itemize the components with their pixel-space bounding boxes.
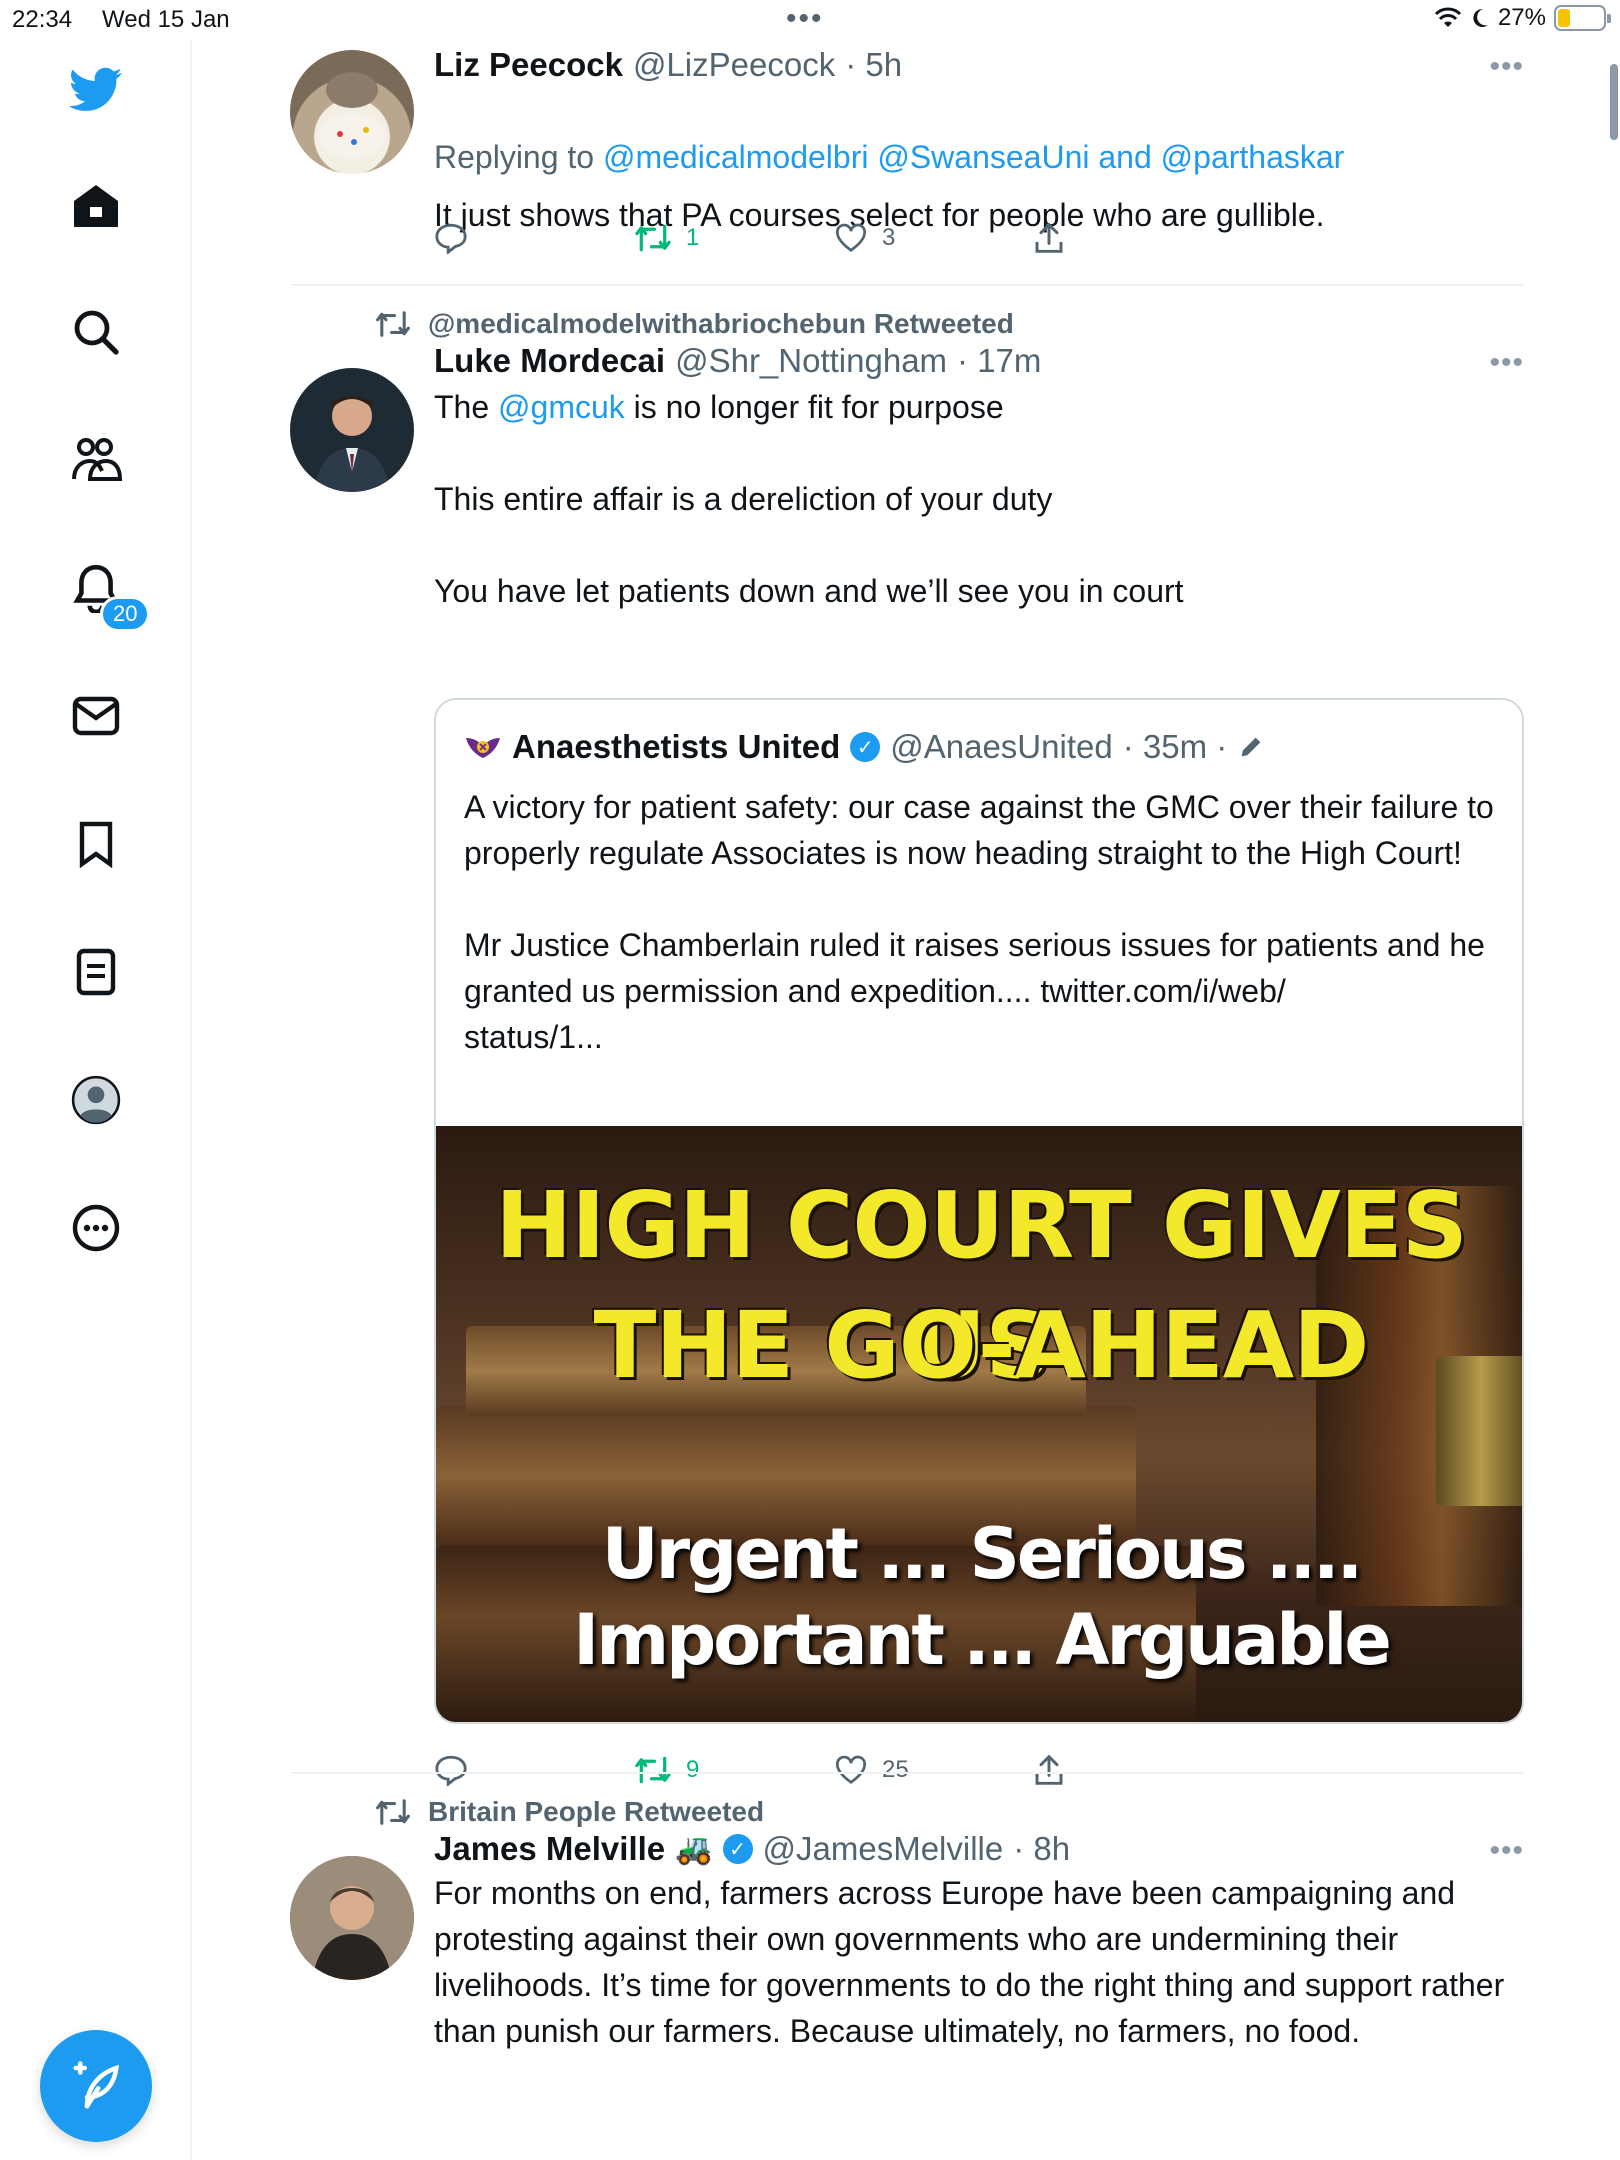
sidebar: 20	[0, 40, 192, 2160]
replying-to: Replying to @medicalmodelbri @SwanseaUni…	[434, 88, 1524, 180]
quote-author-handle[interactable]: @AnaesUnited	[890, 728, 1112, 766]
status-time: 22:34	[12, 6, 73, 33]
search-icon[interactable]	[68, 304, 124, 360]
author-name[interactable]: Luke Mordecai	[434, 342, 665, 380]
more-options-icon[interactable]: •••	[1489, 50, 1524, 84]
tweet-text-pre: The	[434, 389, 499, 425]
tweet-text: The @gmcuk is no longer fit for purpose	[434, 384, 1524, 430]
compose-tweet-icon	[73, 2061, 119, 2109]
author-handle[interactable]: @JamesMelville	[763, 1830, 1004, 1868]
like-button[interactable]: 3	[834, 216, 1034, 260]
image-subline-1: Urgent ... Serious ....	[601, 1513, 1364, 1595]
tweet-time[interactable]: · 17m	[957, 342, 1041, 380]
reply-button[interactable]	[434, 216, 634, 260]
tweet-time[interactable]: · 5h	[845, 46, 902, 84]
author-handle[interactable]: @LizPeecock	[633, 46, 835, 84]
profile-icon[interactable]	[68, 1072, 124, 1128]
quote-text: A victory for patient safety: our case a…	[464, 789, 1494, 1055]
share-icon	[1035, 222, 1063, 253]
quote-header: Anaesthetists United ✓ @AnaesUnited · 35…	[464, 728, 1265, 766]
more-options-icon[interactable]: •••	[1489, 346, 1524, 380]
quote-image[interactable]: HIGH COURT GIVES US THE GO-AHEAD Urgent …	[436, 1126, 1522, 1722]
retweeted-by-label: Britain People Retweeted	[428, 1796, 765, 1827]
like-count: 25	[882, 1756, 909, 1783]
tweet-liz-peecock[interactable]: Liz Peecock @LizPeecock · 5h Replying to…	[290, 40, 1524, 284]
reply-button[interactable]	[434, 1748, 634, 1792]
retweet-icon	[635, 1756, 671, 1784]
tweet-text-post: is no longer fit for purpose	[624, 389, 1004, 425]
tweet-text-rest: This entire affair is a dereliction of y…	[434, 481, 1184, 609]
retweet-button[interactable]: 1	[634, 216, 834, 260]
scrollbar[interactable]	[1610, 64, 1618, 140]
verified-badge-icon: ✓	[722, 1834, 753, 1864]
verified-badge-icon: ✓	[850, 732, 881, 762]
quoted-tweet[interactable]: Anaesthetists United ✓ @AnaesUnited · 35…	[434, 698, 1524, 1724]
heart-icon	[836, 1755, 866, 1784]
retweet-icon	[635, 224, 671, 252]
moon-icon	[1473, 8, 1488, 27]
status-bar: 22:34 Wed 15 Jan ••• 27%	[0, 0, 1620, 40]
edited-pencil-icon	[1241, 737, 1261, 757]
tractor-emoji-icon: 🚜	[675, 1832, 713, 1866]
tweet-divider	[290, 284, 1524, 286]
retweet-count: 9	[686, 1756, 700, 1783]
twitter-bird-icon[interactable]	[68, 62, 124, 118]
status-date: Wed 15 Jan	[102, 6, 230, 33]
tweet-divider	[290, 1772, 1524, 1774]
tweet-actions: 9 25	[434, 1748, 1094, 1792]
anaesthetists-united-logo	[466, 738, 500, 758]
more-options-icon[interactable]: •••	[1489, 1834, 1524, 1868]
share-icon	[1035, 1754, 1063, 1785]
replying-prefix: Replying to	[434, 139, 603, 175]
quote-time: · 35m ·	[1122, 728, 1228, 765]
more-icon[interactable]	[68, 1200, 124, 1256]
heart-icon	[836, 223, 866, 252]
retweet-count: 1	[686, 224, 700, 251]
lists-icon[interactable]	[68, 944, 124, 1000]
mention-link[interactable]: @gmcuk	[498, 389, 625, 425]
retweet-icon	[376, 1799, 410, 1825]
quote-author-name[interactable]: Anaesthetists United	[512, 728, 840, 766]
author-handle[interactable]: @Shr_Nottingham	[675, 342, 947, 380]
share-button[interactable]	[1034, 216, 1094, 260]
avatar[interactable]	[290, 1856, 414, 1980]
reply-icon	[435, 1755, 467, 1786]
compose-tweet-button[interactable]	[40, 2030, 152, 2142]
wifi-icon	[1434, 7, 1462, 27]
like-count: 3	[882, 224, 896, 251]
battery-percent: 27%	[1497, 4, 1546, 31]
status-right: 27%	[1434, 4, 1611, 32]
reply-icon	[435, 223, 467, 254]
retweet-icon	[376, 311, 410, 337]
tweet-time[interactable]: · 8h	[1013, 1830, 1070, 1868]
home-icon[interactable]	[68, 178, 124, 234]
bookmarks-icon[interactable]	[68, 816, 124, 872]
tweet-text: For months on end, farmers across Europe…	[434, 1875, 1505, 2049]
tweet-luke-mordecai[interactable]: @medicalmodelwithabriochebun Retweeted L…	[290, 308, 1524, 1808]
retweet-button[interactable]: 9	[634, 1748, 834, 1792]
tweet-actions: 1 3	[434, 216, 1094, 260]
battery-icon	[1554, 5, 1611, 31]
author-name[interactable]: Liz Peecock	[434, 46, 623, 84]
image-headline-2: THE GO-AHEAD	[593, 1292, 1370, 1399]
replying-handles[interactable]: @medicalmodelbri @SwanseaUni and @partha…	[603, 139, 1344, 175]
image-subline-2: Important ... Arguable	[573, 1599, 1392, 1681]
multitasking-dots[interactable]: •••	[786, 2, 824, 36]
communities-icon[interactable]	[68, 432, 124, 488]
tweet-james-melville[interactable]: Britain People Retweeted James Melville …	[290, 1796, 1524, 2160]
retweeted-by[interactable]: @medicalmodelwithabriochebun Retweeted	[374, 308, 1014, 340]
like-button[interactable]: 25	[834, 1748, 1034, 1792]
retweeted-by[interactable]: Britain People Retweeted	[374, 1796, 764, 1828]
avatar[interactable]	[290, 368, 414, 492]
messages-icon[interactable]	[68, 688, 124, 744]
author-name[interactable]: James Melville	[434, 1830, 665, 1868]
share-button[interactable]	[1034, 1748, 1094, 1792]
retweeted-by-label: @medicalmodelwithabriochebun Retweeted	[428, 308, 1014, 339]
notification-badge: 20	[100, 596, 151, 632]
avatar[interactable]	[290, 50, 414, 174]
